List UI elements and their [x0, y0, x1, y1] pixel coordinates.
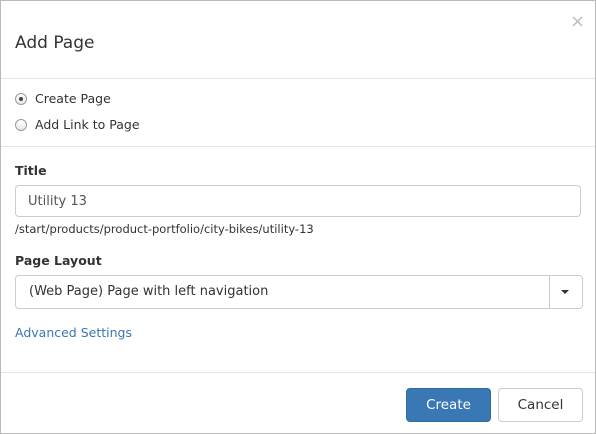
radio-label-create-page: Create Page: [35, 91, 111, 106]
radio-label-add-link: Add Link to Page: [35, 117, 140, 132]
page-layout-select[interactable]: (Web Page) Page with left navigation: [15, 275, 583, 309]
cancel-button[interactable]: Cancel: [498, 388, 583, 422]
title-label: Title: [15, 163, 47, 178]
radio-button-unchecked[interactable]: [15, 119, 27, 131]
caret-down-icon: [561, 290, 569, 294]
add-page-dialog: Add Page × Create Page Add Link to Page …: [0, 0, 596, 434]
page-layout-selected-value: (Web Page) Page with left navigation: [29, 284, 269, 299]
dialog-header: Add Page ×: [1, 1, 595, 79]
dialog-footer: Create Cancel: [1, 372, 595, 434]
radio-create-page[interactable]: Create Page: [15, 90, 111, 108]
radio-add-link[interactable]: Add Link to Page: [15, 116, 140, 134]
dialog-title: Add Page: [15, 33, 95, 53]
advanced-settings-link[interactable]: Advanced Settings: [15, 325, 132, 341]
title-input[interactable]: [15, 185, 581, 217]
radio-button-checked[interactable]: [15, 93, 27, 105]
link-type-options: Create Page Add Link to Page: [1, 79, 595, 147]
close-icon[interactable]: ×: [570, 13, 585, 31]
page-path: /start/products/product-portfolio/city-b…: [15, 222, 314, 236]
dropdown-toggle-button[interactable]: [549, 276, 582, 308]
create-button[interactable]: Create: [406, 388, 491, 422]
page-layout-label: Page Layout: [15, 253, 102, 268]
